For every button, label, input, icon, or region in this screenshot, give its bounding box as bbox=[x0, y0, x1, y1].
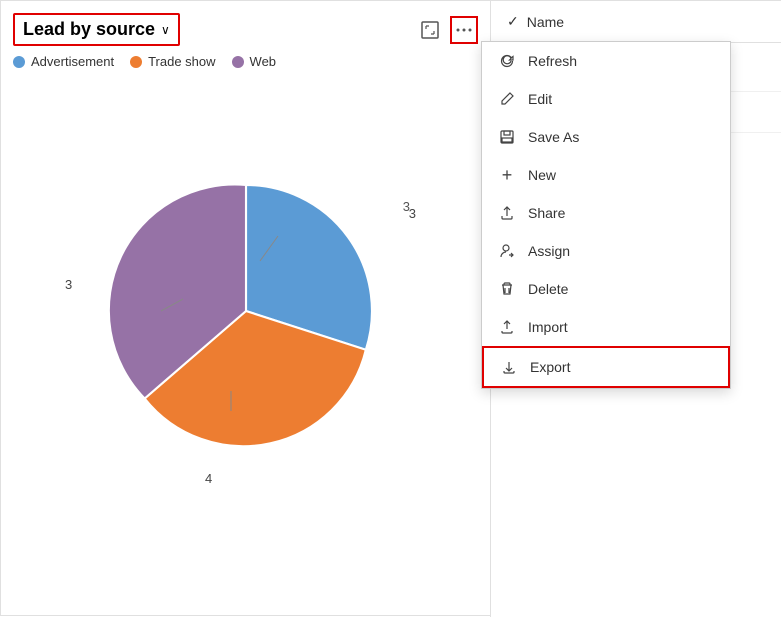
legend-item-advertisement: Advertisement bbox=[13, 54, 114, 69]
legend-label-tradeshow: Trade show bbox=[148, 54, 215, 69]
menu-item-refresh[interactable]: Refresh bbox=[482, 42, 730, 80]
refresh-icon bbox=[498, 52, 516, 70]
expand-icon[interactable] bbox=[416, 16, 444, 44]
chart-panel: Lead by source ∨ bbox=[1, 1, 491, 617]
menu-label-new: New bbox=[528, 167, 556, 183]
menu-item-delete[interactable]: Delete bbox=[482, 270, 730, 308]
chart-title-box[interactable]: Lead by source ∨ bbox=[13, 13, 180, 46]
export-icon bbox=[500, 358, 518, 376]
menu-label-share: Share bbox=[528, 205, 565, 221]
legend-label-web: Web bbox=[250, 54, 277, 69]
menu-label-import: Import bbox=[528, 319, 568, 335]
menu-label-edit: Edit bbox=[528, 91, 552, 107]
menu-label-export: Export bbox=[530, 359, 570, 375]
check-icon: ✓ bbox=[507, 13, 519, 30]
more-options-button[interactable] bbox=[450, 16, 478, 44]
chart-title: Lead by source bbox=[23, 19, 155, 40]
menu-item-save-as[interactable]: Save As bbox=[482, 118, 730, 156]
legend-item-tradeshow: Trade show bbox=[130, 54, 215, 69]
menu-item-new[interactable]: + New bbox=[482, 156, 730, 194]
column-header-name: Name bbox=[527, 14, 564, 30]
menu-label-assign: Assign bbox=[528, 243, 570, 259]
right-panel-header: ✓ Name bbox=[491, 1, 781, 43]
menu-label-save-as: Save As bbox=[528, 129, 579, 145]
menu-label-refresh: Refresh bbox=[528, 53, 577, 69]
chart-area: 3 3 3 4 bbox=[13, 81, 478, 541]
data-label-blue: 3 bbox=[409, 206, 416, 221]
menu-item-share[interactable]: Share bbox=[482, 194, 730, 232]
new-icon: + bbox=[498, 166, 516, 184]
legend-label-advertisement: Advertisement bbox=[31, 54, 114, 69]
data-label-purple: 3 bbox=[65, 277, 72, 292]
dropdown-menu: Refresh Edit Save As + New bbox=[481, 41, 731, 389]
chevron-down-icon: ∨ bbox=[161, 23, 170, 37]
legend: Advertisement Trade show Web bbox=[13, 54, 478, 69]
menu-item-assign[interactable]: Assign bbox=[482, 232, 730, 270]
main-container: Lead by source ∨ bbox=[0, 0, 781, 616]
data-label-orange: 4 bbox=[205, 471, 212, 486]
legend-dot-tradeshow bbox=[130, 56, 142, 68]
legend-item-web: Web bbox=[232, 54, 277, 69]
pie-chart bbox=[106, 171, 386, 451]
assign-icon bbox=[498, 242, 516, 260]
menu-item-export[interactable]: Export bbox=[482, 346, 730, 388]
edit-icon bbox=[498, 90, 516, 108]
chart-icons bbox=[416, 16, 478, 44]
menu-item-edit[interactable]: Edit bbox=[482, 80, 730, 118]
menu-item-import[interactable]: Import bbox=[482, 308, 730, 346]
chart-header: Lead by source ∨ bbox=[13, 13, 478, 46]
save-as-icon bbox=[498, 128, 516, 146]
legend-dot-advertisement bbox=[13, 56, 25, 68]
legend-dot-web bbox=[232, 56, 244, 68]
share-icon bbox=[498, 204, 516, 222]
delete-icon bbox=[498, 280, 516, 298]
import-icon bbox=[498, 318, 516, 336]
menu-label-delete: Delete bbox=[528, 281, 568, 297]
